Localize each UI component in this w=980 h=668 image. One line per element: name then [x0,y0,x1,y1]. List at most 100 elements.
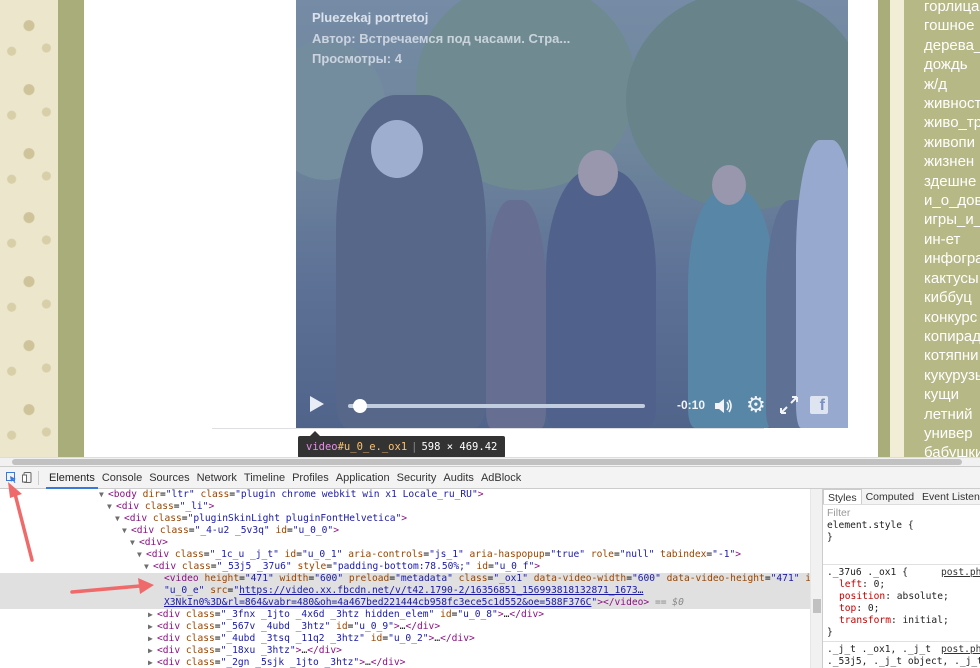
tab-network[interactable]: Network [194,467,240,489]
styles-tab-computed[interactable]: Computed [862,489,918,504]
tag-link[interactable]: котяпни [924,346,980,365]
facebook-icon[interactable]: f [810,396,828,414]
collapse-arrow-icon[interactable]: ▶ [148,633,157,645]
tag-link[interactable]: игры_и_ [924,210,980,229]
dom-node[interactable]: ▶ <div class="_3fnx _1jto _4x6d _3htz hid… [0,609,544,621]
tag-link[interactable]: жизнен [924,152,980,171]
dom-node[interactable]: ▼ <body dir="ltr" class="plugin chrome we… [0,489,484,501]
gear-icon[interactable]: ⚙ [746,394,766,416]
dom-node-markup: <div class="_1c_u _j_t" id="u_0_1" aria-… [146,549,742,560]
tag-link[interactable]: летний [924,405,980,424]
tag-link[interactable]: здешне [924,172,980,191]
tag-link[interactable]: живопи [924,133,980,152]
volume-icon[interactable] [714,397,734,415]
expand-arrow-icon[interactable]: ▼ [144,561,153,573]
tag-link[interactable]: кукурузы [924,366,980,385]
scrollbar-thumb[interactable] [12,459,962,465]
css-property[interactable]: transform: initial; [823,615,980,627]
expand-arrow-icon[interactable]: ▼ [99,489,108,501]
video-player[interactable]: Pluezekaj portretoj Автор: Встречаемся п… [296,0,848,428]
rule-selector[interactable]: element.style { [823,520,980,532]
dom-node[interactable]: ▶ <div class="_18xu _3htz">…</div> [0,645,342,657]
tag-link[interactable]: живност [924,94,980,113]
expand-arrow-icon[interactable]: ▼ [130,537,139,549]
tab-profiles[interactable]: Profiles [289,467,332,489]
tag-link[interactable]: инфогра [924,249,980,268]
rule-source-link[interactable]: post.ph [941,644,980,656]
dom-node[interactable]: ▼ <div class="_53j5 _37u6" style="padding… [0,561,540,573]
tag-link[interactable]: гошное [924,16,980,35]
dom-node[interactable]: ▶ <div class="_2gn _5sjk _1jto _3htz">…</… [0,657,405,668]
play-icon[interactable] [310,396,324,412]
tag-link[interactable]: бабушки [924,443,980,457]
css-property[interactable]: position: absolute; [823,591,980,603]
dom-node[interactable]: ▼ <div> [0,537,168,549]
tag-link[interactable]: ин-ет [924,230,980,249]
tag-link[interactable]: кущи [924,385,980,404]
dom-node-markup: <div class="_4-u2 _5v3q" id="u_0_0"> [131,525,339,536]
tag-link[interactable]: дерева_ [924,36,980,55]
collapse-arrow-icon[interactable]: ▶ [148,657,157,668]
tag-link[interactable]: конкурс [924,308,980,327]
tab-security[interactable]: Security [394,467,440,489]
tag-link[interactable]: копирад [924,327,980,346]
fullscreen-icon[interactable] [779,395,799,415]
devtools-toolbar: Elements Console Sources Network Timeline Pro… [0,467,980,489]
page-horizontal-scrollbar[interactable] [0,457,980,466]
tag-link[interactable]: горлица [924,0,980,16]
css-property[interactable]: left: 0; [823,579,980,591]
right-cream-stripe [890,0,904,457]
tab-sources[interactable]: Sources [146,467,192,489]
rule-source-link[interactable]: post.ph [941,567,980,579]
tooltip-dimensions: 598 × 469.42 [421,441,498,453]
inspect-element-icon[interactable] [6,472,17,483]
expand-arrow-icon[interactable]: ▼ [107,501,116,513]
left-olive-stripe [58,0,84,457]
elements-scrollbar[interactable] [810,489,822,668]
dom-node[interactable]: ▶ <div class="_567v _4ubd _3htz" id="u_0_… [0,621,440,633]
dom-node-markup: "u_0_e" src="https://video.xx.fbcdn.net/… [164,585,644,596]
collapse-arrow-icon[interactable]: ▶ [148,609,157,621]
tag-link[interactable]: универ [924,424,980,443]
style-rule: ._j_t ._ox1, ._j_t post.ph ._53j5, ._j_t o… [823,644,980,668]
tab-audits[interactable]: Audits [440,467,477,489]
tab-application[interactable]: Application [333,467,393,489]
dom-node[interactable]: ▼ <div class="pluginSkinLight pluginFontH… [0,513,407,525]
collapse-arrow-icon[interactable]: ▶ [148,621,157,633]
tab-console[interactable]: Console [99,467,145,489]
progress-track[interactable] [348,404,645,408]
expand-arrow-icon[interactable]: ▼ [122,525,131,537]
dom-node[interactable]: ▼ <div class="_1c_u _j_t" id="u_0_1" aria… [0,549,741,561]
dom-node[interactable]: ▼ <div class="_li"> [0,501,214,513]
rule-selector[interactable]: ._j_t ._ox1, ._j_t post.ph [823,644,980,656]
video-author[interactable]: Автор: Встречаемся под часами. Стра... [312,31,570,46]
expand-arrow-icon[interactable]: ▼ [137,549,146,561]
css-property[interactable]: top: 0; [823,603,980,615]
dom-node-markup: <div class="_li"> [116,501,215,512]
elements-tree[interactable]: ▶ <div class="_2gn _5sjk _1jto _3htz">…</… [0,489,822,668]
collapse-arrow-icon[interactable]: ▶ [148,645,157,657]
dom-node[interactable]: ▶ <div class="_4ubd _3tsq _11q2 _3htz" id… [0,633,475,645]
device-mode-icon[interactable] [22,472,33,483]
styles-filter-input[interactable]: Filter [827,506,850,520]
tab-adblock[interactable]: AdBlock [478,467,524,489]
video-title[interactable]: Pluezekaj portretoj [312,10,570,25]
progress-scrubber[interactable] [352,399,367,413]
tag-link[interactable]: киббуц [924,288,980,307]
elements-scrollbar-thumb[interactable] [813,599,821,613]
tag-link[interactable]: дождь [924,55,980,74]
selected-dom-node[interactable]: "u_0_e" src="https://video.xx.fbcdn.net/… [0,585,810,597]
selected-dom-node[interactable]: <video height="471" width="600" preload=… [0,573,822,585]
styles-tab-styles[interactable]: Styles [823,489,862,504]
tag-link[interactable]: кактусы [924,269,980,288]
tag-link[interactable]: живо_тр [924,113,980,132]
dom-node[interactable]: ▼ <div class="_4-u2 _5v3q" id="u_0_0"> [0,525,339,537]
tab-elements[interactable]: Elements [46,467,98,489]
styles-tab-event-listeners[interactable]: Event Listeners [918,489,980,504]
rule-selector[interactable]: ._37u6 ._ox1 {post.ph [823,567,980,579]
expand-arrow-icon[interactable]: ▼ [115,513,124,525]
tag-link[interactable]: ж/д [924,75,980,94]
tag-link[interactable]: и_о_дов [924,191,980,210]
tab-timeline[interactable]: Timeline [241,467,288,489]
selected-dom-node[interactable]: X3NkIn0%3D&rl=864&vabr=480&oh=4a467bed22… [0,597,810,609]
